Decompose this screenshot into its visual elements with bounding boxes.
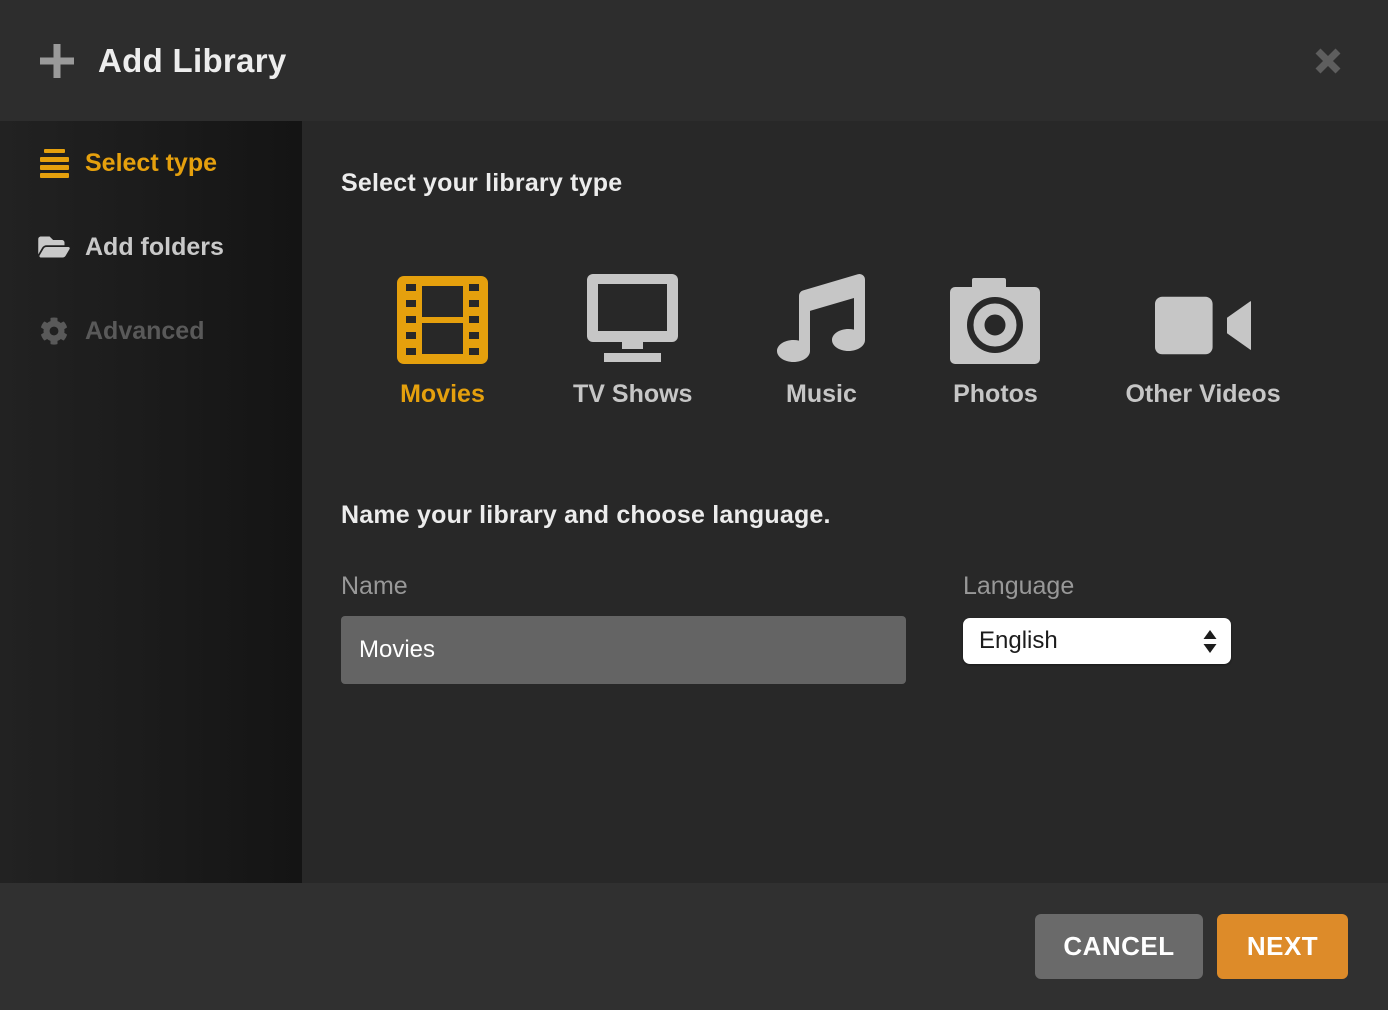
tv-icon (584, 272, 681, 364)
library-type-movies[interactable]: Movies (397, 272, 488, 409)
library-type-music[interactable]: Music (777, 272, 865, 409)
name-language-fields: Name Language English (341, 572, 1388, 684)
library-type-label: Music (786, 380, 857, 409)
plus-icon (40, 44, 74, 78)
music-note-icon (777, 272, 865, 364)
language-selected-value: English (979, 627, 1058, 655)
library-type-label: TV Shows (573, 380, 692, 409)
language-field-label: Language (963, 572, 1231, 601)
library-type-heading: Select your library type (341, 169, 1388, 198)
add-library-dialog: Add Library Select type (0, 0, 1388, 1010)
video-camera-icon (1155, 272, 1251, 364)
name-field-block: Name (341, 572, 906, 684)
library-type-label: Other Videos (1125, 380, 1280, 409)
library-name-input[interactable] (341, 616, 906, 684)
library-type-row: Movies TV Shows (341, 272, 1388, 409)
library-type-tv-shows[interactable]: TV Shows (573, 272, 692, 409)
sidebar-item-label: Add folders (85, 233, 224, 262)
camera-icon (950, 272, 1040, 364)
dialog-footer: CANCEL NEXT (0, 883, 1388, 1010)
library-type-label: Photos (953, 380, 1038, 409)
name-field-label: Name (341, 572, 906, 601)
dialog-header: Add Library (0, 0, 1388, 121)
gear-icon (38, 317, 70, 345)
list-icon (38, 149, 70, 178)
sidebar-item-label: Select type (85, 149, 217, 178)
sidebar-item-select-type[interactable]: Select type (0, 121, 302, 205)
close-icon[interactable] (1308, 41, 1348, 81)
dialog-title: Add Library (98, 42, 287, 80)
wizard-steps-sidebar: Select type Add folders Advanced (0, 121, 302, 883)
sidebar-item-advanced: Advanced (0, 289, 302, 373)
cancel-button[interactable]: CANCEL (1035, 914, 1203, 979)
next-button[interactable]: NEXT (1217, 914, 1348, 979)
language-field-block: Language English (963, 572, 1231, 684)
select-arrows-icon (1203, 630, 1217, 653)
language-select[interactable]: English (963, 618, 1231, 664)
sidebar-item-add-folders[interactable]: Add folders (0, 205, 302, 289)
film-icon (397, 272, 488, 364)
library-type-label: Movies (400, 380, 485, 409)
name-language-heading: Name your library and choose language. (341, 501, 1388, 530)
sidebar-item-label: Advanced (85, 317, 204, 346)
library-type-photos[interactable]: Photos (950, 272, 1040, 409)
library-type-other-videos[interactable]: Other Videos (1125, 272, 1280, 409)
wizard-content: Select your library type (302, 121, 1388, 883)
folder-open-icon (38, 233, 70, 261)
